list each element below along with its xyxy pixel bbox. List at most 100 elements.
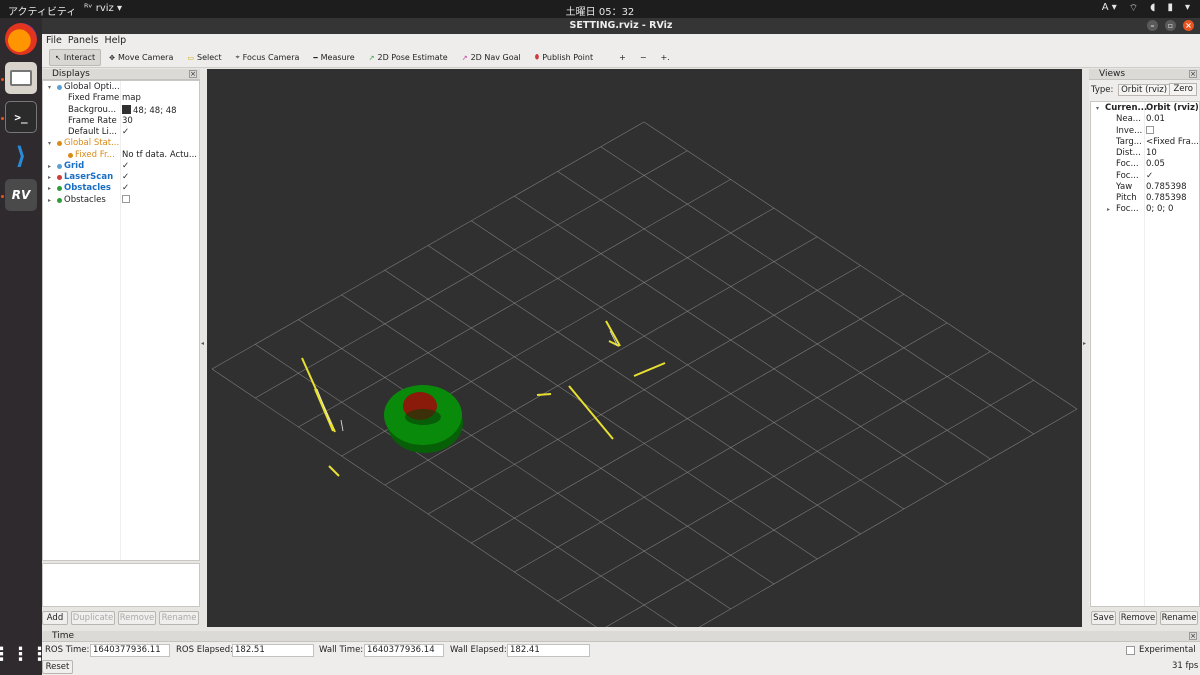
property-value[interactable]: 10 xyxy=(1146,148,1157,159)
network-icon[interactable]: ⌔ xyxy=(1129,2,1138,15)
property-value[interactable]: ✓ xyxy=(122,183,129,194)
view-type-select[interactable]: Orbit (rviz) ▾ xyxy=(1118,84,1178,96)
vscode-icon[interactable]: ⟩ xyxy=(5,140,37,172)
battery-icon[interactable]: ▮ xyxy=(1167,2,1173,15)
add-tool-button[interactable]: + xyxy=(613,49,632,66)
checkbox[interactable] xyxy=(122,194,130,203)
expand-right-icon[interactable]: ▸ xyxy=(48,183,51,194)
tool-select[interactable]: ▭ Select xyxy=(181,49,227,66)
show-applications-icon[interactable]: ⋮⋮⋮ xyxy=(0,638,49,670)
tool-2d-pose-estimate[interactable]: ↗ 2D Pose Estimate xyxy=(363,49,454,66)
menu-help[interactable]: Help xyxy=(104,34,126,48)
rename-view-button[interactable]: Rename xyxy=(1160,611,1198,625)
property-value[interactable]: 30 xyxy=(122,116,133,127)
activities-button[interactable]: アクティビティ xyxy=(8,3,76,18)
display-row[interactable]: ▸ LaserScan ✓ xyxy=(43,172,199,183)
display-row[interactable]: Fixed Frame map xyxy=(43,93,199,104)
property-value[interactable]: ✓ xyxy=(122,161,129,172)
view-property-row[interactable]: Pitch 0.785398 xyxy=(1091,193,1199,204)
expand-right-icon[interactable]: ▸ xyxy=(48,172,51,183)
expand-down-icon[interactable]: ▾ xyxy=(1096,103,1099,114)
left-splitter-handle[interactable]: ◂ xyxy=(201,340,204,347)
panel-close-icon[interactable]: × xyxy=(189,70,197,78)
reset-button[interactable]: Reset xyxy=(42,660,73,674)
input-method-indicator[interactable]: A ▾ xyxy=(1102,2,1117,15)
panel-close-icon[interactable]: × xyxy=(1189,632,1197,640)
system-tray[interactable]: A ▾ ⌔ ◖ ▮ ▾ xyxy=(1102,2,1190,15)
expand-right-icon[interactable]: ▸ xyxy=(48,195,51,206)
remove-tool-button[interactable]: − xyxy=(634,49,653,66)
display-row[interactable]: ▸ Obstacles xyxy=(43,194,199,207)
property-value[interactable]: 0; 0; 0 xyxy=(1146,204,1173,215)
displays-tree[interactable]: ▾ Global Opti... Fixed Frame map Backgrou...… xyxy=(42,80,200,561)
maximize-button[interactable]: ▫ xyxy=(1165,20,1176,31)
remove-display-button[interactable]: Remove xyxy=(118,611,156,625)
view-property-row[interactable]: Foc... 0.05 xyxy=(1091,159,1199,170)
view-property-row[interactable]: Targ... <Fixed Fra... xyxy=(1091,137,1199,148)
window-title-bar[interactable]: SETTING.rviz - RViz – ▫ × xyxy=(42,18,1200,34)
save-view-button[interactable]: Save xyxy=(1091,611,1116,625)
property-value[interactable] xyxy=(1146,125,1154,138)
view-property-row[interactable]: Yaw 0.785398 xyxy=(1091,182,1199,193)
displays-panel-header[interactable]: Displays × xyxy=(42,69,200,80)
display-row[interactable]: Frame Rate 30 xyxy=(43,116,199,127)
remove-view-button[interactable]: Remove xyxy=(1119,611,1157,625)
checkbox[interactable] xyxy=(1146,125,1154,134)
rviz-icon[interactable]: RV xyxy=(5,179,37,211)
property-value[interactable]: Orbit (rviz) xyxy=(1146,103,1199,114)
expand-down-icon[interactable]: ▾ xyxy=(48,82,51,93)
zero-button[interactable]: Zero xyxy=(1169,83,1197,96)
minimize-button[interactable]: – xyxy=(1147,20,1158,31)
color-swatch[interactable] xyxy=(122,104,131,114)
tool-publish-point[interactable]: ⬮ Publish Point xyxy=(529,49,599,66)
property-value[interactable]: 0.785398 xyxy=(1146,193,1187,204)
display-row[interactable]: Fixed Fr... No tf data. Actu... xyxy=(43,150,199,161)
tool-focus-camera[interactable]: ⌖ Focus Camera xyxy=(230,49,306,66)
property-value[interactable]: ✓ xyxy=(122,172,129,183)
property-value[interactable]: ✓ xyxy=(1146,171,1153,182)
property-value[interactable]: 0.785398 xyxy=(1146,182,1187,193)
app-menu[interactable]: ᴿᵛ rviz ▾ xyxy=(84,3,122,14)
volume-icon[interactable]: ◖ xyxy=(1150,2,1155,15)
property-value[interactable]: 0.01 xyxy=(1146,114,1165,125)
property-value[interactable]: ✓ xyxy=(122,127,129,138)
tool-properties-button[interactable]: +. xyxy=(655,49,676,66)
property-value[interactable]: 0.05 xyxy=(1146,159,1165,170)
tool-move-camera[interactable]: ✥ Move Camera xyxy=(103,49,179,66)
expand-right-icon[interactable]: ▸ xyxy=(1107,204,1110,215)
display-row[interactable]: Backgrou... 48; 48; 48 xyxy=(43,104,199,117)
3d-viewport[interactable] xyxy=(207,69,1082,627)
time-panel-header[interactable]: Time × xyxy=(42,631,1200,642)
tool-measure[interactable]: ━ Measure xyxy=(307,49,360,66)
wall-time-field[interactable]: 1640377936.14 xyxy=(364,644,444,657)
expand-right-icon[interactable]: ▸ xyxy=(48,161,51,172)
display-row[interactable]: ▸ Grid ✓ xyxy=(43,161,199,172)
menu-file[interactable]: File xyxy=(46,34,62,48)
tool-interact[interactable]: ↖ Interact xyxy=(49,49,102,66)
property-value[interactable]: No tf data. Actu... xyxy=(122,150,197,161)
property-value[interactable]: 48; 48; 48 xyxy=(122,104,177,117)
ros-elapsed-field[interactable]: 182.51 xyxy=(232,644,314,657)
experimental-checkbox[interactable] xyxy=(1126,646,1135,655)
wall-elapsed-field[interactable]: 182.41 xyxy=(507,644,590,657)
display-row[interactable]: ▾ Global Opti... xyxy=(43,82,199,93)
expand-down-icon[interactable]: ▾ xyxy=(48,138,51,149)
view-property-row[interactable]: Inve... xyxy=(1091,125,1199,138)
tool-2d-nav-goal[interactable]: ↗ 2D Nav Goal xyxy=(456,49,527,66)
panel-close-icon[interactable]: × xyxy=(1189,70,1197,78)
view-property-row[interactable]: ▸ Foc... 0; 0; 0 xyxy=(1091,204,1199,215)
firefox-icon[interactable] xyxy=(5,23,37,55)
views-panel-header[interactable]: Views × xyxy=(1089,69,1200,80)
view-property-row[interactable]: Foc... ✓ xyxy=(1091,171,1199,182)
right-splitter-handle[interactable]: ▸ xyxy=(1083,340,1086,347)
view-property-row[interactable]: Dist... 10 xyxy=(1091,148,1199,159)
files-icon[interactable] xyxy=(5,62,37,94)
display-row[interactable]: ▾ Global Stat... xyxy=(43,138,199,149)
views-tree[interactable]: ▾ Curren... Orbit (rviz) Nea... 0.01 Inve... T… xyxy=(1090,101,1200,607)
system-menu-chevron-icon[interactable]: ▾ xyxy=(1185,2,1190,15)
rename-display-button[interactable]: Rename xyxy=(159,611,199,625)
close-button[interactable]: × xyxy=(1183,20,1194,31)
property-value[interactable] xyxy=(122,194,130,207)
add-display-button[interactable]: Add xyxy=(42,611,68,625)
display-row[interactable]: ▸ Obstacles ✓ xyxy=(43,183,199,194)
